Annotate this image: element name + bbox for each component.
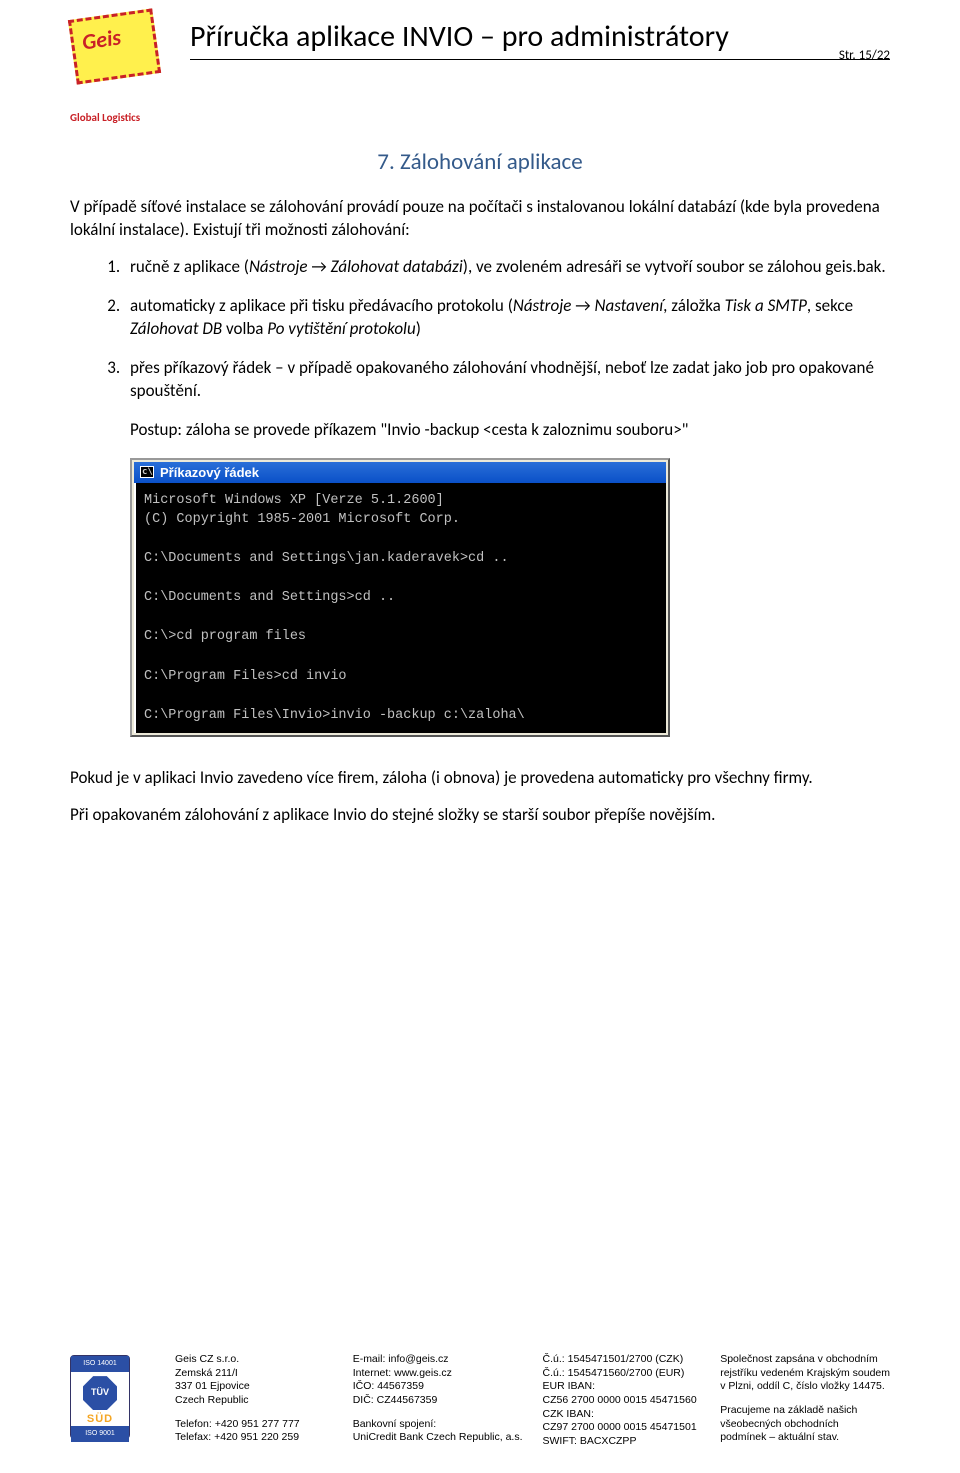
command-prompt-window: c\ Příkazový řádek Microsoft Windows XP … bbox=[130, 458, 670, 738]
cmd-output: Microsoft Windows XP [Verze 5.1.2600] (C… bbox=[134, 483, 666, 734]
footer-contact: E-mail: info@geis.cz Internet: www.geis.… bbox=[353, 1353, 523, 1455]
cmd-titlebar: c\ Příkazový řádek bbox=[134, 462, 666, 483]
intro-paragraph: V případě síťové instalace se zálohování… bbox=[70, 196, 890, 242]
footer-address: Geis CZ s.r.o. Zemská 211/I 337 01 Ejpov… bbox=[175, 1353, 333, 1455]
title-divider bbox=[190, 59, 890, 60]
logo-subtitle: Global Logistics bbox=[70, 111, 190, 124]
after-paragraph-2: Při opakovaném zálohování z aplikace Inv… bbox=[70, 804, 890, 827]
procedure-paragraph: Postup: záloha se provede příkazem "Invi… bbox=[130, 419, 890, 442]
backup-options-list: ručně z aplikace (Nástroje → Zálohovat d… bbox=[70, 256, 890, 403]
list-item: ručně z aplikace (Nástroje → Zálohovat d… bbox=[124, 256, 890, 279]
after-paragraph-1: Pokud je v aplikaci Invio zavedeno více … bbox=[70, 767, 890, 790]
logo-text: Geis bbox=[80, 23, 122, 55]
geis-logo: Geis bbox=[70, 12, 165, 107]
page-footer: ISO 14001 TÜV SÜD ISO 9001 Geis CZ s.r.o… bbox=[70, 1353, 890, 1455]
list-item: přes příkazový řádek – v případě opakova… bbox=[124, 357, 890, 403]
document-title: Příručka aplikace INVIO – pro administrá… bbox=[190, 18, 890, 57]
cmd-title: Příkazový řádek bbox=[160, 465, 259, 480]
footer-banking: Č.ú.: 1545471501/2700 (CZK) Č.ú.: 154547… bbox=[543, 1353, 701, 1455]
page-header: Geis Global Logistics Příručka aplikace … bbox=[70, 0, 890, 124]
footer-legal: Společnost zapsána v obchodním rejstříku… bbox=[720, 1353, 890, 1455]
list-item: automaticky z aplikace při tisku předáva… bbox=[124, 295, 890, 341]
section-heading: 7. Zálohování aplikace bbox=[70, 148, 890, 176]
page-number: Str. 15/22 bbox=[839, 48, 890, 63]
cmd-icon: c\ bbox=[140, 466, 154, 478]
tuv-certification-badge: ISO 14001 TÜV SÜD ISO 9001 bbox=[70, 1355, 130, 1439]
